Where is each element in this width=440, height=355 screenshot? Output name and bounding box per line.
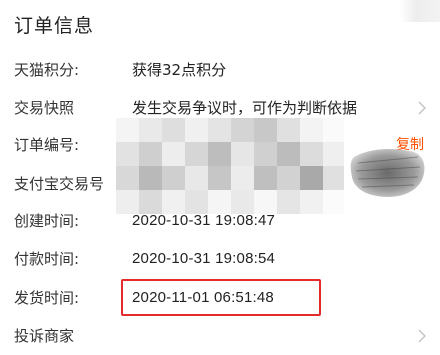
points-label: 天猫积分: [14,61,80,79]
points-row: 天猫积分: 获得32点积分 [0,50,440,90]
scribble-redaction [350,149,425,197]
order-number-label: 订单编号: [14,136,80,154]
created-time-value: 2020-10-31 19:08:47 [132,212,276,229]
shipped-time-label: 发货时间: [14,289,80,307]
corner-blur [400,0,440,22]
snapshot-label: 交易快照 [14,99,75,117]
paid-time-value: 2020-10-31 19:08:54 [132,250,276,267]
complain-row[interactable]: 投诉商家 [0,316,440,355]
points-value: 获得32点积分 [132,61,227,79]
created-time-row: 创建时间: 2020-10-31 19:08:47 [0,201,440,241]
paid-time-row: 付款时间: 2020-10-31 19:08:54 [0,239,440,279]
created-time-label: 创建时间: [14,212,80,230]
chevron-right-icon [418,88,426,128]
section-title: 订单信息 [14,15,95,37]
alipay-number-label: 支付宝交易号 [14,175,105,193]
complain-label: 投诉商家 [14,327,75,345]
highlight-box [121,279,321,316]
paid-time-label: 付款时间: [14,250,80,268]
chevron-right-icon [418,316,426,355]
